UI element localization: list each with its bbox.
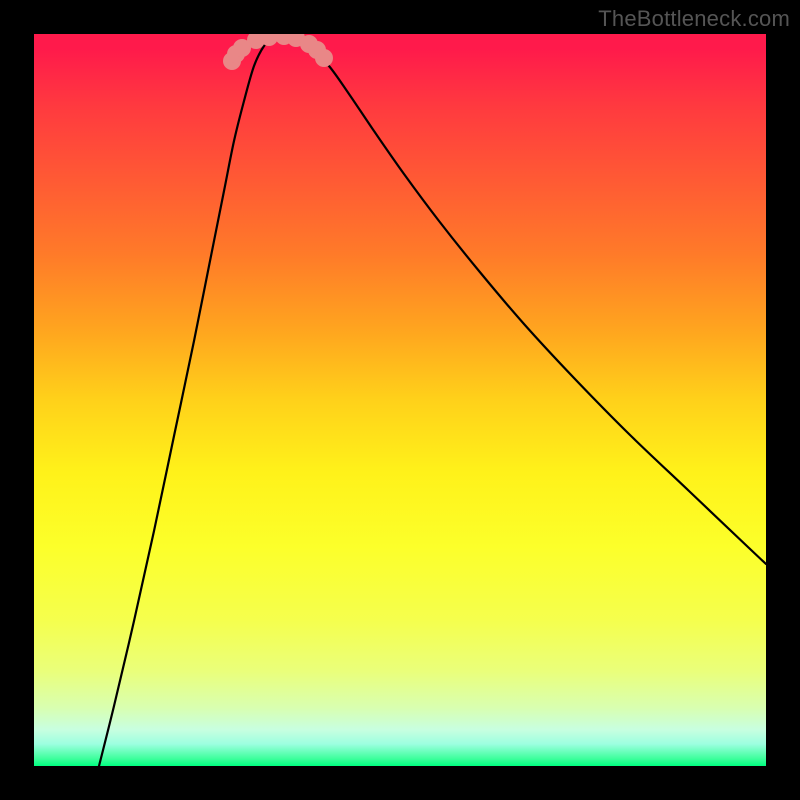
plot-area	[34, 34, 766, 766]
chart-curve	[99, 34, 766, 766]
marker-dot	[315, 49, 333, 67]
curve-path	[99, 34, 766, 766]
watermark-text: TheBottleneck.com	[598, 6, 790, 32]
chart-svg	[34, 34, 766, 766]
curve-markers	[223, 34, 333, 70]
chart-frame: TheBottleneck.com	[0, 0, 800, 800]
